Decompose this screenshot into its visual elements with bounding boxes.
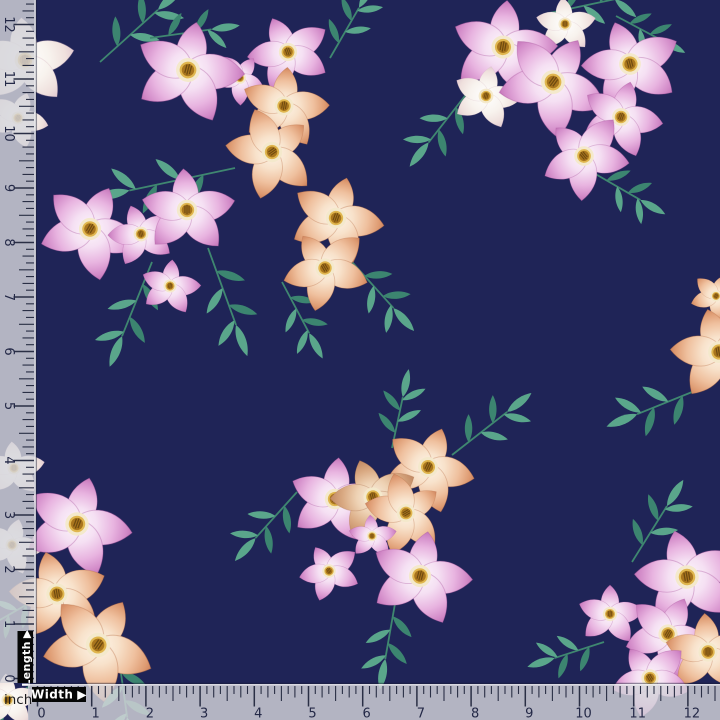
ruler-number: 2 — [146, 707, 154, 720]
fabric-swatch-canvas: 0123456789101112 Length▶ 012345678910111… — [0, 0, 720, 720]
length-label: Length▶ — [18, 629, 34, 687]
bottom-ruler: 0123456789101112 Width▶ — [28, 683, 720, 720]
width-label: Width▶ — [31, 687, 87, 702]
ruler-number: 3 — [200, 707, 208, 720]
width-label-text: Width▶ — [31, 688, 87, 702]
ruler-number: 12 — [1, 16, 16, 33]
ruler-number: 5 — [308, 707, 316, 720]
length-arrow-icon: ▶ — [19, 629, 32, 638]
ruler-number: 3 — [1, 511, 16, 519]
ruler-number: 8 — [471, 707, 479, 720]
ruler-number: 4 — [1, 456, 16, 464]
ruler-number: 11 — [1, 71, 16, 88]
ruler-number: 1 — [92, 707, 100, 720]
bottom-ruler-body — [28, 684, 720, 720]
ruler-number: 6 — [1, 347, 16, 355]
ruler-number: 4 — [254, 707, 262, 720]
ruler-number: 0 — [37, 707, 45, 720]
ruler-number: 10 — [575, 707, 592, 720]
left-ruler-body — [0, 0, 36, 683]
ruler-number: 1 — [1, 620, 16, 628]
ruler-number: 11 — [629, 707, 646, 720]
unit-label: inch — [4, 692, 32, 708]
width-arrow-icon: ▶ — [77, 688, 87, 702]
ruler-number: 2 — [1, 565, 16, 573]
left-ruler: 0123456789101112 Length▶ — [0, 0, 36, 687]
fabric-swatch-image: 0123456789101112 Length▶ 012345678910111… — [0, 0, 720, 720]
ruler-number: 8 — [1, 238, 16, 246]
ruler-number: 12 — [684, 707, 701, 720]
length-label-text: Length▶ — [19, 629, 32, 687]
ruler-number: 5 — [1, 402, 16, 410]
ruler-number: 7 — [417, 707, 425, 720]
ruler-number: 7 — [1, 293, 16, 301]
ruler-number: 9 — [525, 707, 533, 720]
ruler-number: 9 — [1, 184, 16, 192]
ruler-number: 0 — [1, 674, 16, 682]
ruler-number: 10 — [1, 125, 16, 142]
ruler-number: 6 — [363, 707, 371, 720]
